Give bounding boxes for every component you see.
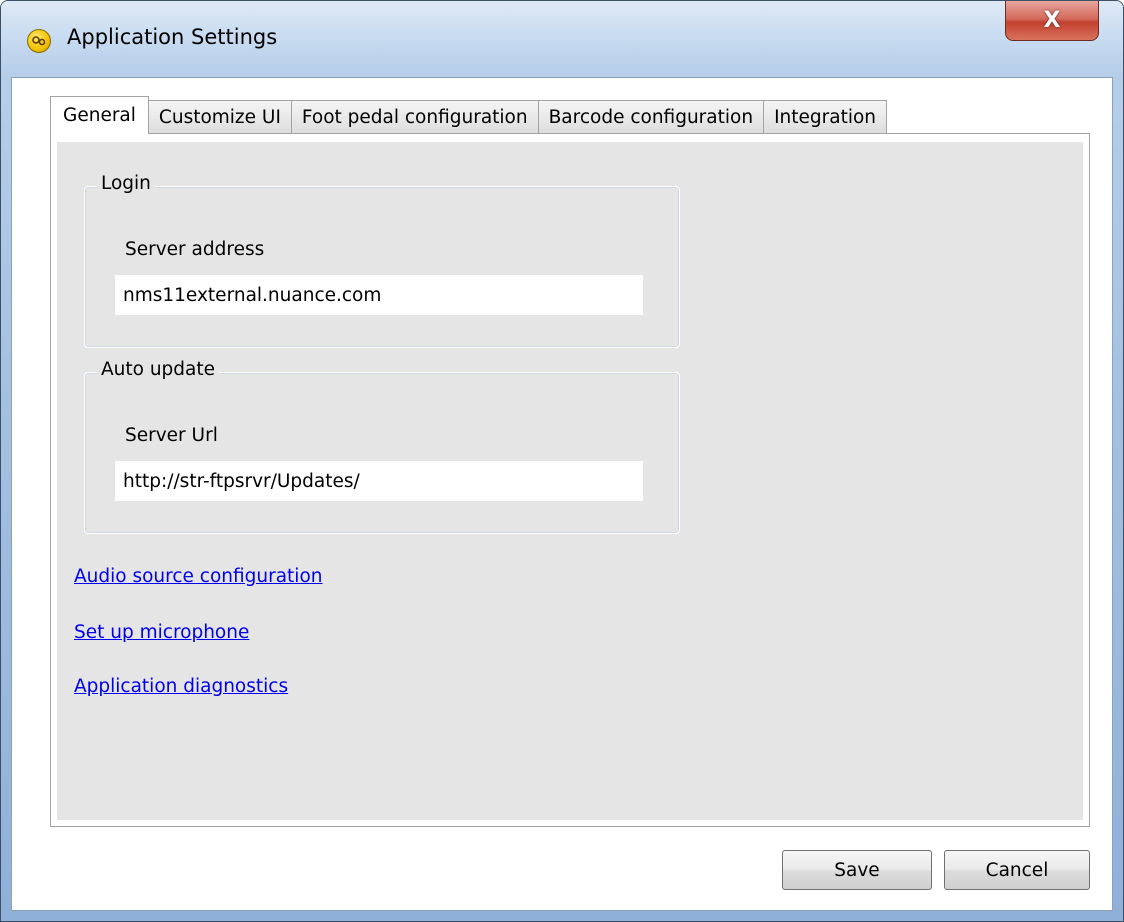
server-url-label: Server Url (125, 425, 218, 446)
application-diagnostics-link[interactable]: Application diagnostics (74, 676, 288, 697)
tab-barcode-configuration[interactable]: Barcode configuration (537, 100, 765, 134)
login-group: Login Server address (84, 173, 680, 348)
server-url-input[interactable] (115, 461, 643, 501)
window-title: Application Settings (67, 25, 278, 49)
server-address-label: Server address (125, 239, 265, 260)
set-up-microphone-link[interactable]: Set up microphone (74, 622, 249, 643)
login-group-legend: Login (97, 173, 155, 194)
auto-update-group: Auto update Server Url (84, 359, 680, 534)
auto-update-group-legend: Auto update (97, 359, 220, 380)
tab-foot-pedal-configuration[interactable]: Foot pedal configuration (290, 100, 539, 134)
app-gear-icon (27, 29, 51, 53)
tab-strip: General Customize UI Foot pedal configur… (50, 96, 888, 134)
tab-integration[interactable]: Integration (763, 100, 888, 134)
tab-general[interactable]: General (50, 96, 149, 134)
close-button[interactable]: X (1005, 1, 1099, 41)
title-bar[interactable]: Application Settings X (1, 1, 1123, 77)
close-icon: X (1043, 8, 1061, 33)
application-settings-window: Application Settings X General Customize… (0, 0, 1124, 922)
window-client-area: General Customize UI Foot pedal configur… (11, 77, 1113, 911)
server-address-input[interactable] (115, 275, 643, 315)
audio-source-configuration-link[interactable]: Audio source configuration (74, 566, 323, 587)
gear-glyph-icon (32, 36, 46, 46)
save-button[interactable]: Save (782, 850, 932, 890)
general-tab-panel: Login Server address Auto update Server … (50, 133, 1090, 827)
tab-customize-ui[interactable]: Customize UI (147, 100, 292, 134)
cancel-button[interactable]: Cancel (944, 850, 1090, 890)
general-tab-content: Login Server address Auto update Server … (57, 142, 1083, 820)
